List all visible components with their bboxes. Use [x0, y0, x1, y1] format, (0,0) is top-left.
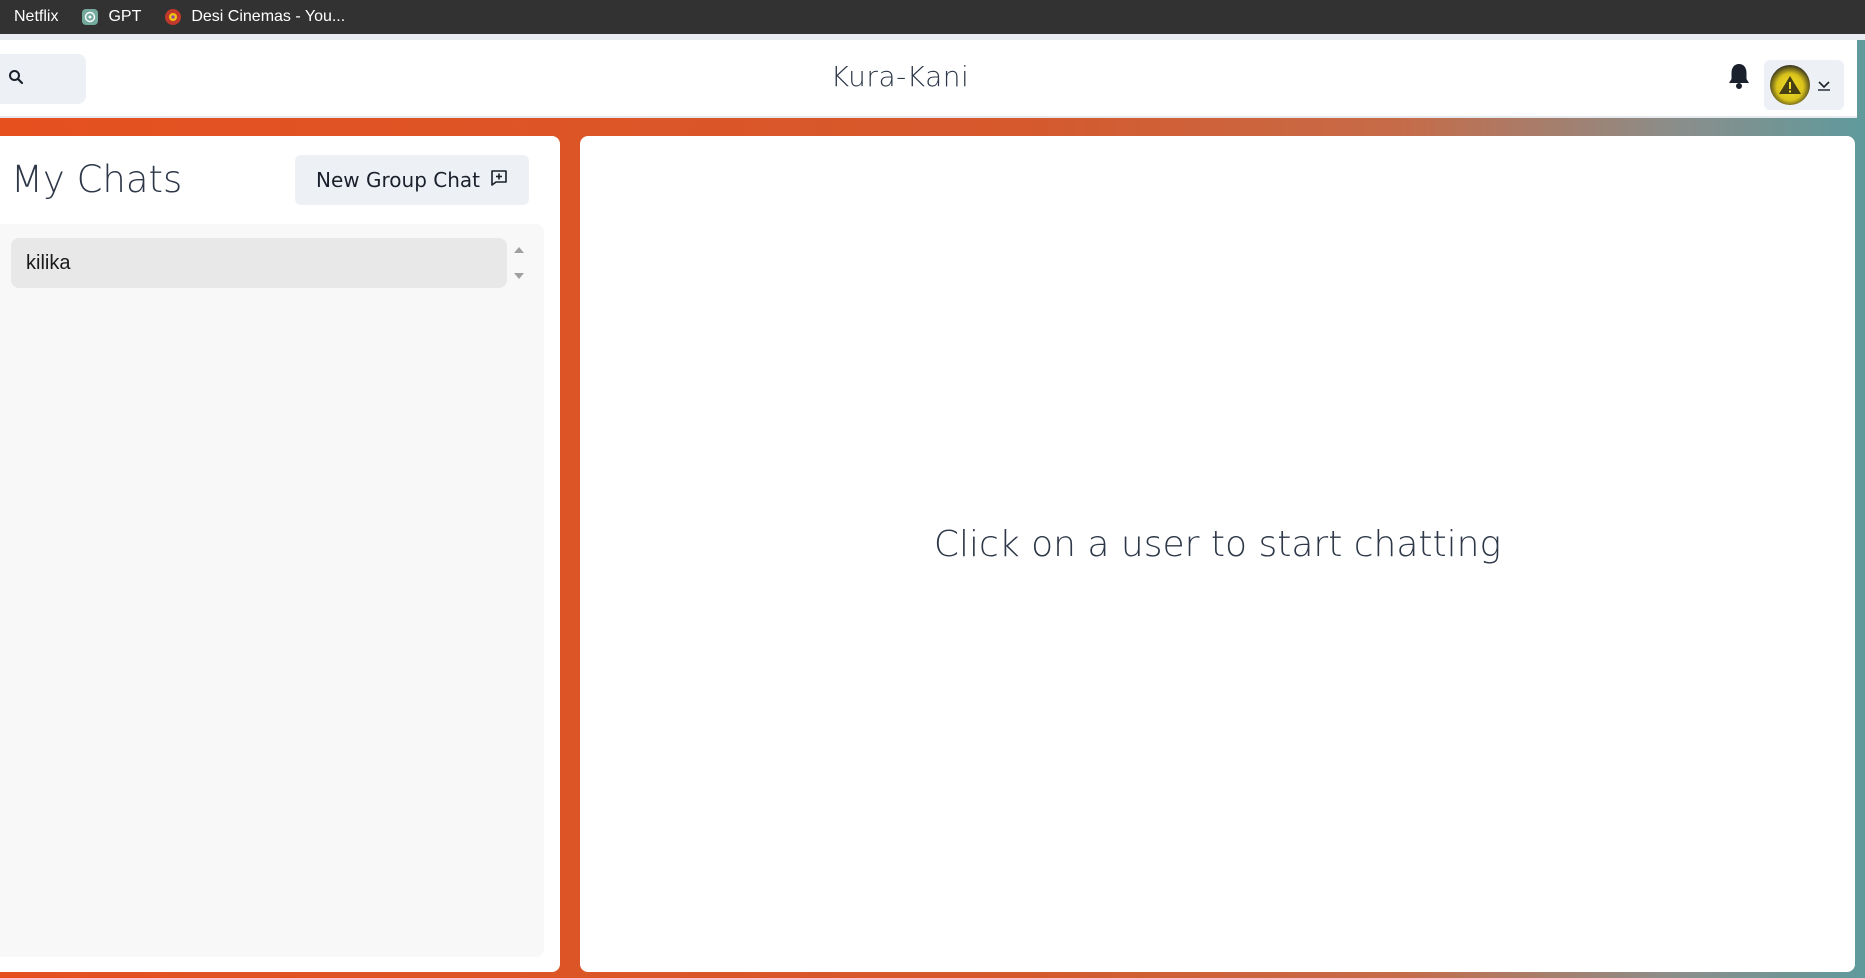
bell-icon — [1727, 62, 1751, 94]
app-root: Netflix GPT Desi Cinemas - You... Kura-K… — [0, 0, 1865, 978]
scroll-up-arrow-icon[interactable] — [514, 247, 524, 253]
chat-list-scrollbar[interactable] — [510, 238, 528, 288]
openai-icon — [80, 7, 100, 27]
notifications-button[interactable] — [1724, 60, 1754, 96]
add-chat-icon — [490, 168, 508, 192]
empty-chat-message: Click on a user to start chatting — [933, 524, 1502, 565]
bookmark-label: Netflix — [14, 8, 59, 25]
bookmark-desi-cinemas[interactable]: Desi Cinemas - You... — [163, 7, 345, 27]
bookmark-netflix[interactable]: Netflix — [14, 8, 58, 26]
bookmarks-bar: Netflix GPT Desi Cinemas - You... — [0, 0, 1865, 34]
new-group-chat-label: New Group Chat — [316, 168, 480, 192]
desi-cinemas-icon — [163, 7, 183, 27]
chat-name: kilika — [26, 251, 71, 274]
profile-menu-button[interactable] — [1764, 60, 1844, 110]
my-chats-title: My Chats — [11, 158, 183, 201]
new-group-chat-button[interactable]: New Group Chat — [295, 155, 529, 205]
bookmark-gpt[interactable]: GPT — [80, 7, 141, 27]
app-header: Kura-Kani — [0, 40, 1857, 118]
avatar — [1770, 65, 1810, 105]
chat-list: kilika — [0, 224, 544, 957]
my-chats-panel: My Chats New Group Chat kilika — [0, 136, 560, 972]
scroll-down-arrow-icon[interactable] — [514, 273, 524, 279]
chat-list-item[interactable]: kilika — [11, 238, 507, 288]
chevron-down-icon — [1816, 76, 1832, 95]
bookmark-label: GPT — [108, 8, 142, 25]
chat-box: Click on a user to start chatting — [580, 136, 1855, 972]
bookmark-label: Desi Cinemas - You... — [191, 8, 346, 25]
app-title: Kura-Kani — [830, 60, 970, 93]
